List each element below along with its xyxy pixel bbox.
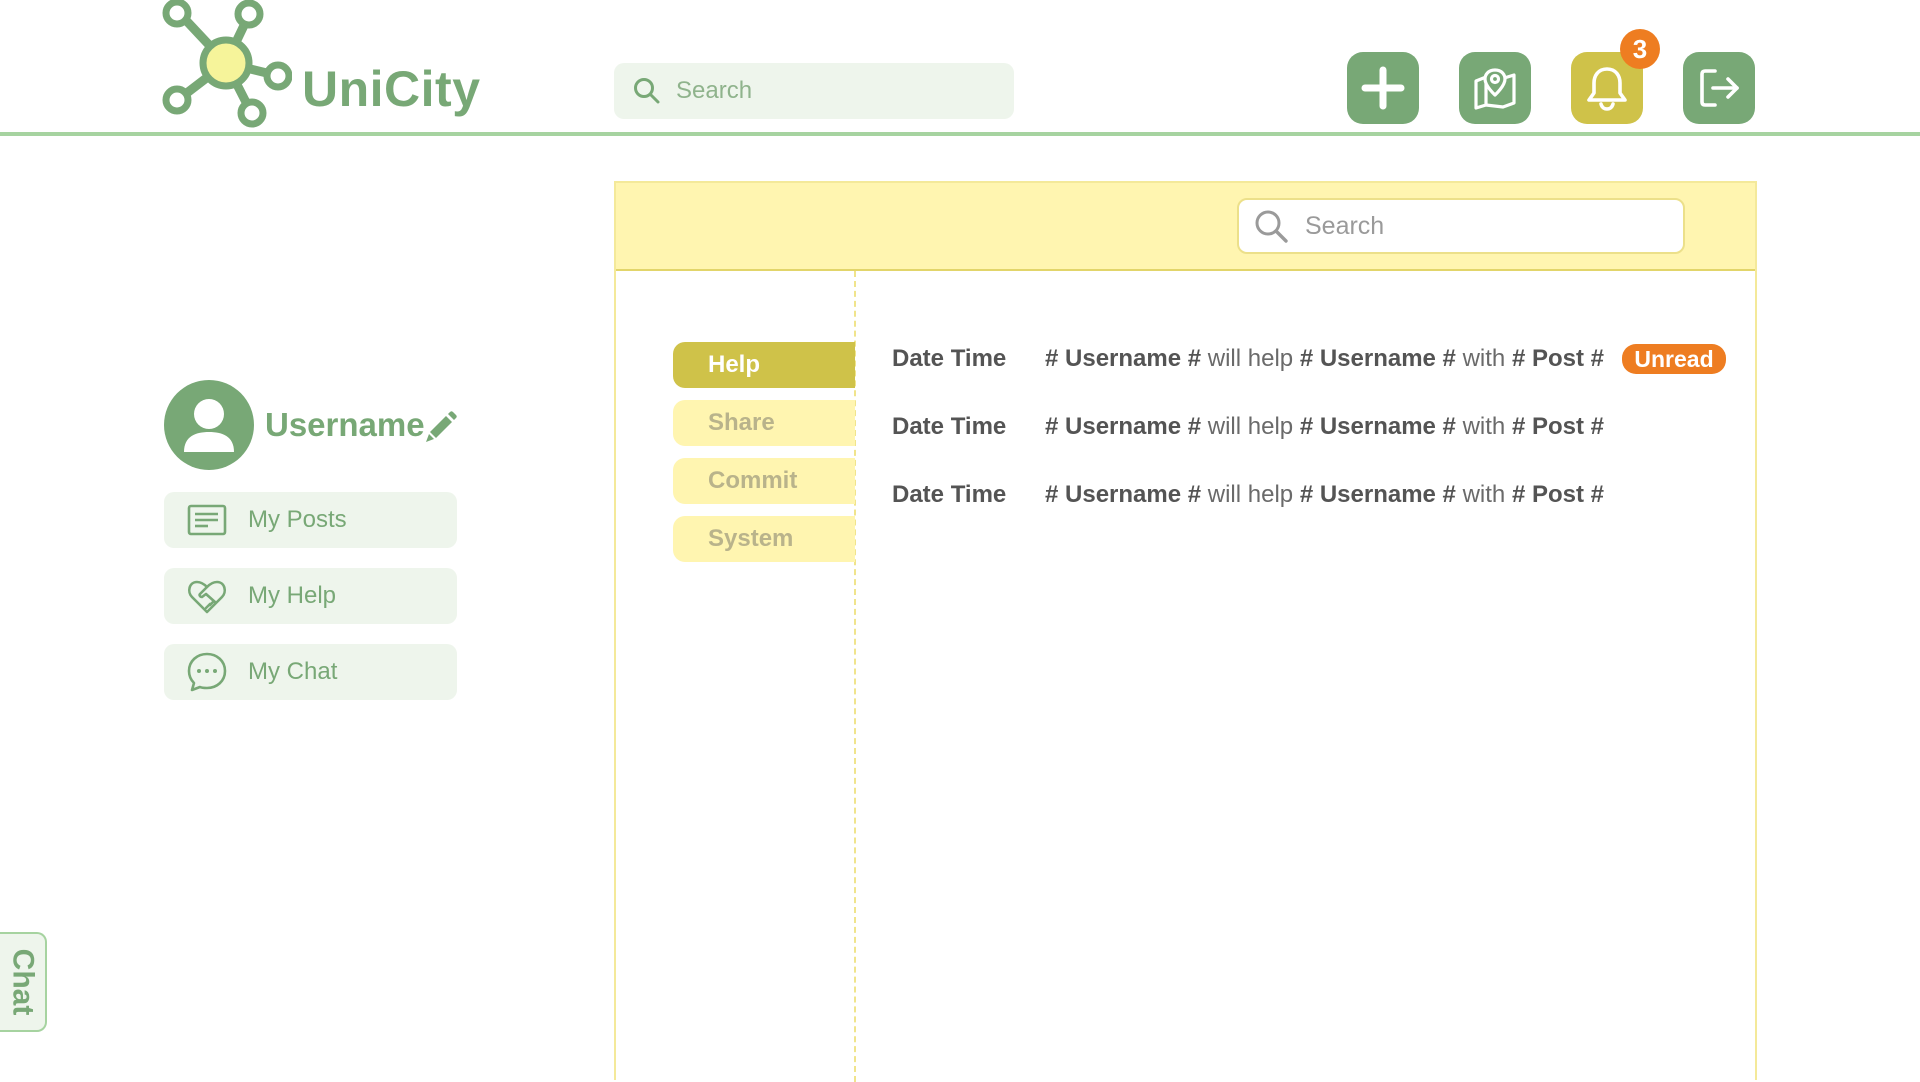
tab-help[interactable]: Help [673,342,855,388]
search-icon [634,78,660,104]
chat-tab-label: Chat [6,948,40,1016]
pencil-icon[interactable] [424,410,458,444]
notification-target[interactable]: # Username # [1300,345,1456,373]
my-help-button[interactable]: My Help [164,568,457,624]
tab-divider [854,271,856,1082]
notification-prep: with [1462,413,1506,440]
logout-icon [1700,69,1739,107]
notification-prep: with [1462,345,1506,372]
document-lines-icon [187,504,227,536]
notification-post[interactable]: # Post # [1512,481,1604,509]
tab-share[interactable]: Share [673,400,855,446]
notification-row[interactable]: Date Time # Username # will help # Usern… [892,407,1604,447]
notification-actor[interactable]: # Username # [1045,481,1201,509]
panel-search-input[interactable] [1303,210,1663,242]
chat-bubble-icon [187,652,227,692]
notification-verb: will help [1207,413,1294,440]
network-logo-icon [162,0,292,128]
notification-post[interactable]: # Post # [1512,345,1604,373]
notification-actor[interactable]: # Username # [1045,345,1201,373]
notification-post[interactable]: # Post # [1512,413,1604,441]
search-icon [1255,210,1288,243]
avatar[interactable] [164,380,254,470]
add-post-button[interactable] [1347,52,1419,124]
top-header: UniCity 3 [0,0,1920,136]
logout-button[interactable] [1683,52,1755,124]
user-icon [184,399,234,452]
notification-verb: will help [1207,345,1294,372]
notification-datetime: Date Time [892,413,1007,440]
unread-badge: Unread [1622,344,1726,374]
my-chat-label: My Chat [248,658,338,685]
tab-commit[interactable]: Commit [673,458,855,504]
my-posts-label: My Posts [248,506,347,533]
panel-search[interactable] [1237,198,1685,254]
notification-verb: will help [1207,481,1294,508]
notification-datetime: Date Time [892,481,1007,508]
global-search-input[interactable] [674,76,994,106]
notification-prep: with [1462,481,1506,508]
my-help-label: My Help [248,582,337,609]
bell-icon [1587,67,1627,111]
global-search[interactable] [614,63,1014,119]
plus-icon [1361,66,1405,110]
brand-name[interactable]: UniCity [302,60,481,118]
map-button[interactable] [1459,52,1531,124]
notification-row[interactable]: Date Time # Username # will help # Usern… [892,475,1604,515]
notification-datetime: Date Time [892,345,1007,372]
my-posts-button[interactable]: My Posts [164,492,457,548]
notification-count-badge: 3 [1620,29,1660,69]
notifications-panel: Help Share Commit System Date Time # Use… [614,181,1757,1082]
notification-target[interactable]: # Username # [1300,413,1456,441]
map-pin-icon [1474,68,1516,110]
my-chat-button[interactable]: My Chat [164,644,457,700]
chat-drawer-tab[interactable]: Chat [0,932,47,1032]
notification-target[interactable]: # Username # [1300,481,1456,509]
notification-actor[interactable]: # Username # [1045,413,1201,441]
panel-header [616,183,1755,271]
heart-handshake-icon [187,580,227,614]
tab-system[interactable]: System [673,516,855,562]
profile-username: Username [265,406,425,443]
notification-row[interactable]: Date Time # Username # will help # Usern… [892,339,1604,379]
